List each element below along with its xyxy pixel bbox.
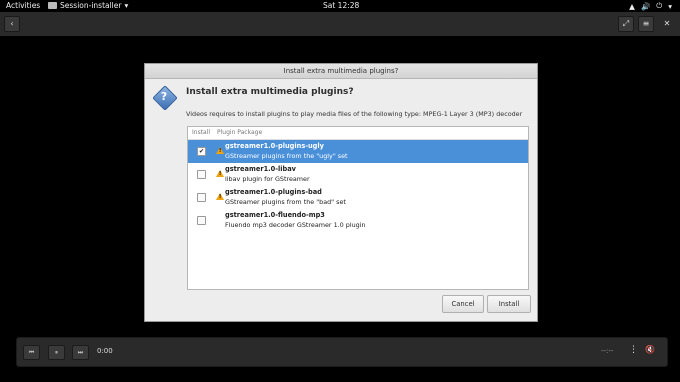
power-icon: ⏻	[656, 1, 663, 10]
close-button[interactable]: ✕	[659, 16, 675, 32]
back-button[interactable]: ‹	[4, 16, 20, 32]
package-name: gstreamer1.0-plugins-ugly	[225, 142, 324, 150]
player-controls: ⏮ ⏸ ⏭ 0:00 --:-- ⋮ 🔇	[16, 337, 668, 367]
install-plugins-dialog: Install extra multimedia plugins? ? Inst…	[144, 63, 538, 322]
list-item[interactable]: ! gstreamer1.0-libav libav plugin for GS…	[188, 163, 528, 186]
dialog-heading: Install extra multimedia plugins?	[186, 87, 354, 97]
dialog-title: Install extra multimedia plugins?	[145, 64, 537, 79]
question-icon: ?	[152, 85, 178, 111]
column-install[interactable]: Install	[192, 127, 210, 139]
wifi-icon: ▲	[629, 1, 635, 11]
volume-icon: 🔊	[640, 1, 651, 11]
chevron-down-icon: ▾	[124, 1, 129, 10]
package-description: GStreamer plugins from the "bad" set	[225, 198, 346, 206]
more-options-icon[interactable]: ⋮	[629, 345, 638, 355]
top-bar: Activities Session-installer ▾ Sat 12:28…	[0, 0, 680, 12]
package-description: GStreamer plugins from the "ugly" set	[225, 152, 348, 160]
app-icon	[48, 2, 57, 9]
header-bar: ‹ ⤢ ≡ ✕	[0, 12, 680, 36]
package-name: gstreamer1.0-plugins-bad	[225, 188, 322, 196]
warning-icon: !	[216, 170, 224, 177]
install-checkbox[interactable]	[197, 170, 206, 179]
install-button[interactable]: Install	[487, 295, 531, 313]
elapsed-time: 0:00	[97, 347, 113, 355]
clock[interactable]: Sat 12:28	[323, 1, 359, 10]
previous-button[interactable]: ⏮	[23, 345, 40, 360]
list-item[interactable]: gstreamer1.0-fluendo-mp3 Fluendo mp3 dec…	[188, 209, 528, 232]
install-checkbox[interactable]	[197, 193, 206, 202]
volume-muted-icon[interactable]: 🔇	[645, 345, 655, 354]
activities-button[interactable]: Activities	[6, 1, 40, 10]
list-header: Install Plugin Package	[188, 127, 528, 140]
fullscreen-button[interactable]: ⤢	[618, 16, 634, 32]
dialog-description: Videos requires to install plugins to pl…	[186, 110, 523, 118]
install-checkbox[interactable]	[197, 216, 206, 225]
package-description: libav plugin for GStreamer	[225, 175, 310, 183]
app-name: Session-installer	[60, 1, 122, 10]
app-menu[interactable]: Session-installer ▾	[48, 1, 128, 10]
column-plugin-package[interactable]: Plugin Package	[217, 127, 262, 139]
install-checkbox[interactable]: ✔	[197, 147, 206, 156]
warning-icon: !	[216, 147, 224, 154]
menu-button[interactable]: ≡	[638, 16, 654, 32]
pause-button[interactable]: ⏸	[48, 345, 65, 360]
chevron-down-icon: ▾	[668, 1, 672, 11]
next-button[interactable]: ⏭	[72, 345, 89, 360]
package-name: gstreamer1.0-fluendo-mp3	[225, 211, 325, 219]
plugin-list: Install Plugin Package ✔ ! gstreamer1.0-…	[187, 126, 529, 290]
warning-icon: !	[216, 193, 224, 200]
system-menu[interactable]: ▲ 🔊 ⏻ ▾	[629, 1, 672, 11]
list-item[interactable]: ! gstreamer1.0-plugins-bad GStreamer plu…	[188, 186, 528, 209]
list-item[interactable]: ✔ ! gstreamer1.0-plugins-ugly GStreamer …	[188, 140, 528, 163]
remaining-time: --:--	[601, 347, 614, 355]
package-description: Fluendo mp3 decoder GStreamer 1.0 plugin	[225, 221, 366, 229]
package-name: gstreamer1.0-libav	[225, 165, 296, 173]
cancel-button[interactable]: Cancel	[442, 295, 484, 313]
